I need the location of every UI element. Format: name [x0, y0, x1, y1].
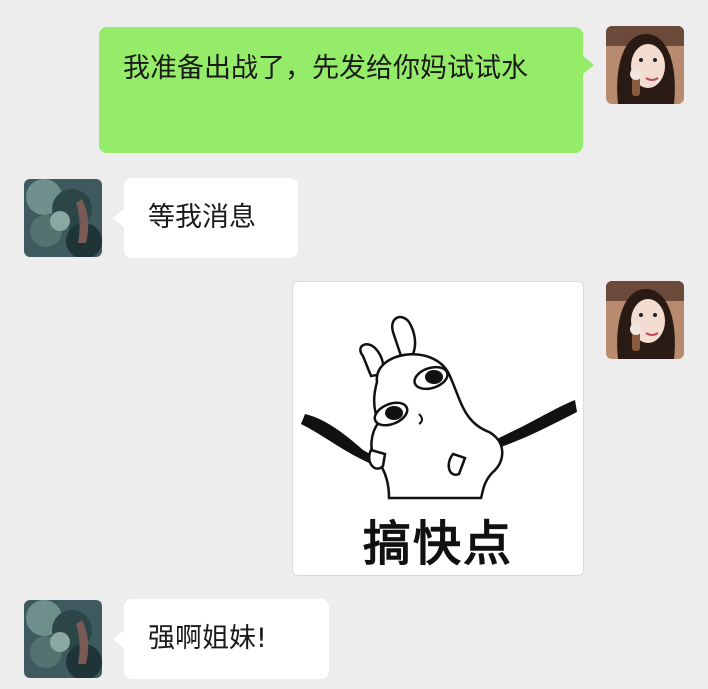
- girl-photo-avatar-icon: [606, 281, 684, 359]
- bubble-tail: [583, 56, 594, 74]
- blue-scenery-avatar-icon: [24, 600, 102, 678]
- sender-avatar[interactable]: [606, 281, 684, 359]
- message-bubble-received[interactable]: 强啊姐妹!: [124, 599, 329, 679]
- sticker-message[interactable]: 搞快点: [292, 281, 584, 576]
- contact-avatar[interactable]: [24, 179, 102, 257]
- message-text: 强啊姐妹!: [148, 623, 267, 654]
- message-text: 等我消息: [148, 202, 256, 233]
- bubble-tail: [113, 630, 124, 648]
- bubble-tail: [113, 209, 124, 227]
- sticker-caption: 搞快点: [362, 516, 513, 572]
- message-bubble-sent[interactable]: 我准备出战了，先发给你妈试试水: [99, 27, 583, 153]
- contact-avatar[interactable]: [24, 600, 102, 678]
- blue-scenery-avatar-icon: [24, 179, 102, 257]
- message-bubble-received[interactable]: 等我消息: [124, 178, 298, 258]
- girl-photo-avatar-icon: [606, 26, 684, 104]
- sender-avatar[interactable]: [606, 26, 684, 104]
- message-text: 我准备出战了，先发给你妈试试水: [123, 53, 528, 84]
